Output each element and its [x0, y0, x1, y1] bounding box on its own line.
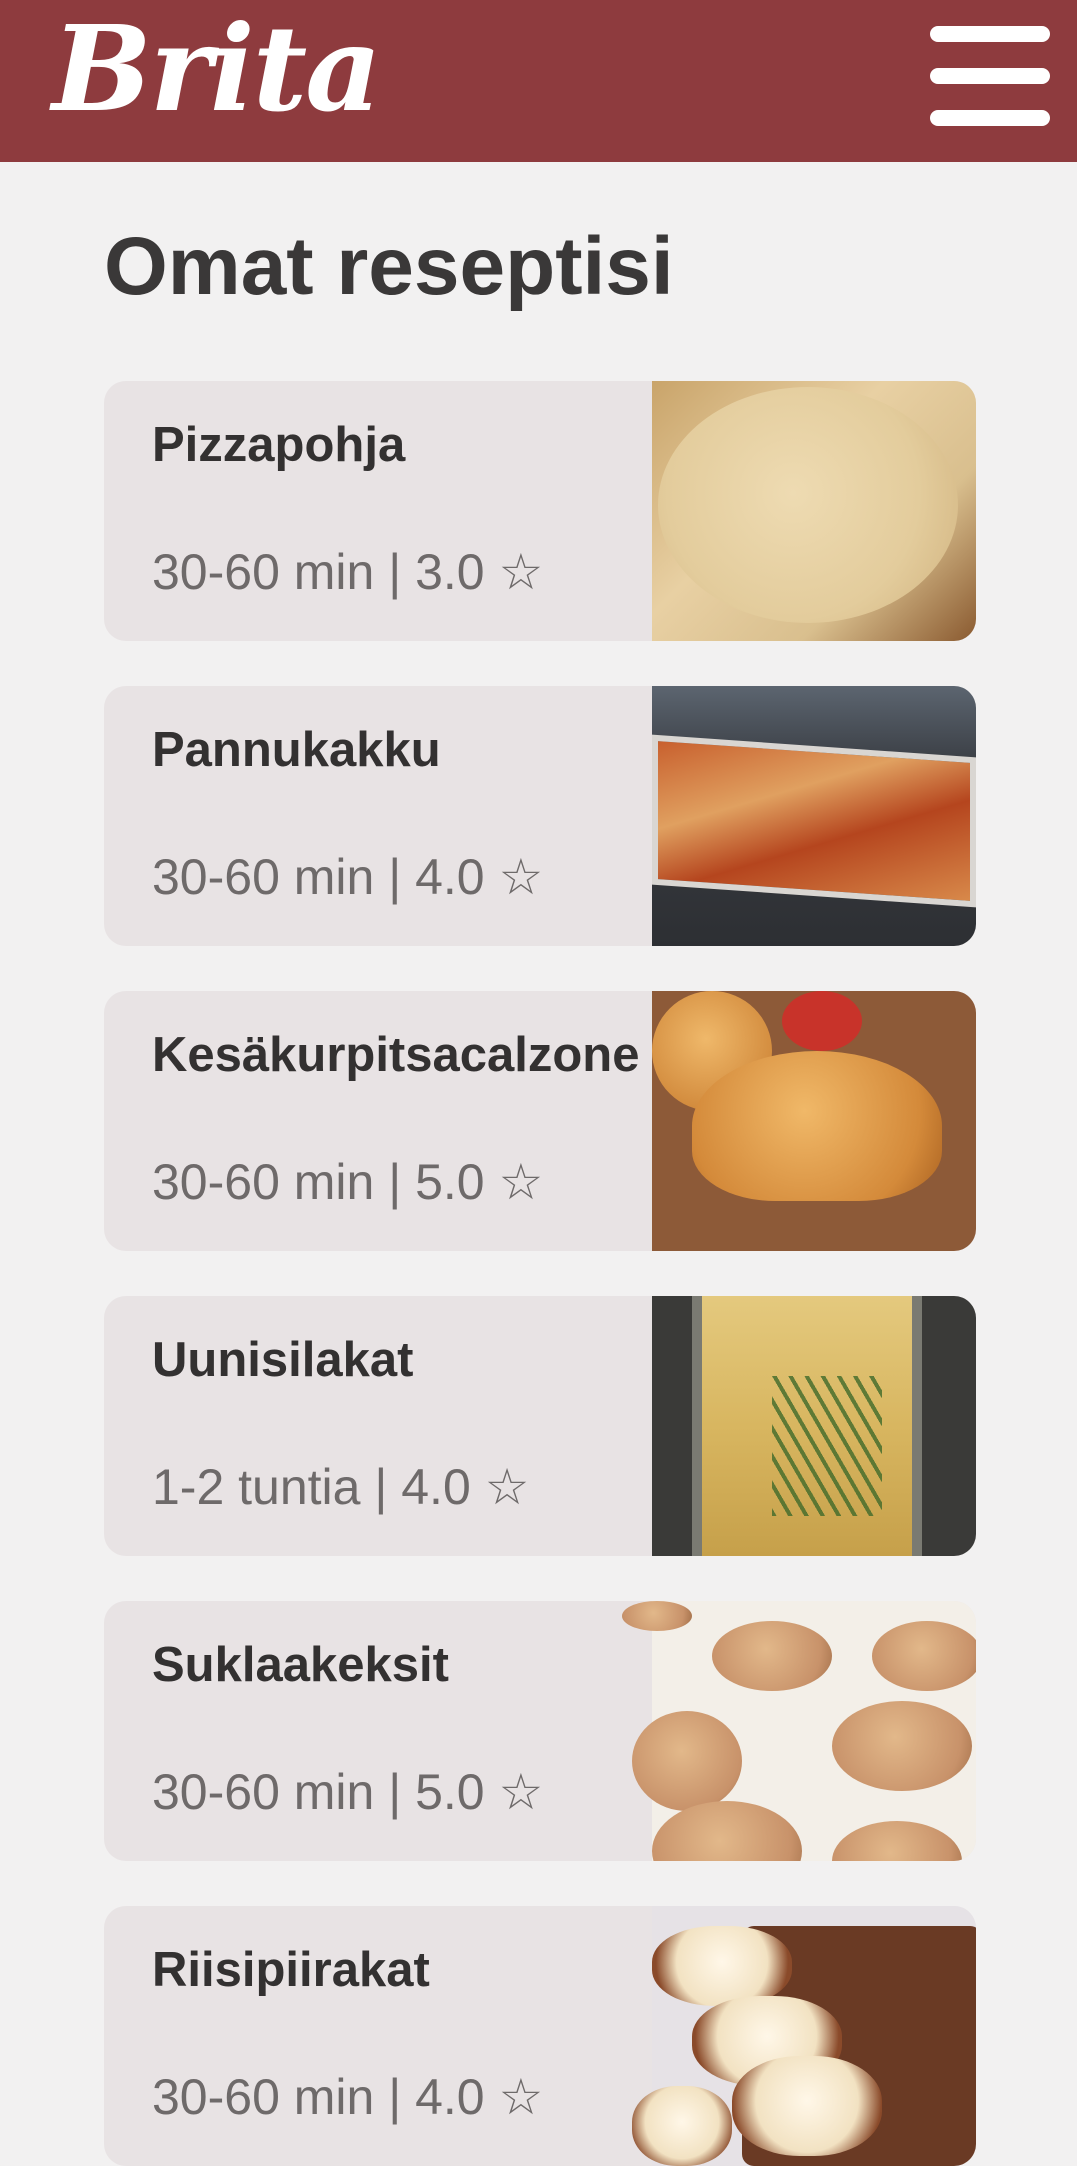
recipe-meta: 30-60 min | 5.0 ☆: [152, 1764, 544, 1820]
rice-pie-shape: [732, 2056, 882, 2156]
baked-herring-photo: [652, 1296, 976, 1556]
recipe-info: Uunisilakat 1-2 tuntia | 4.0 ☆: [104, 1296, 652, 1556]
recipe-card-uunisilakat[interactable]: Uunisilakat 1-2 tuntia | 4.0 ☆: [104, 1296, 976, 1556]
pancake-pan-shape: [652, 734, 976, 908]
cookie-shape: [632, 1711, 742, 1811]
recipe-name: Pizzapohja: [152, 418, 406, 472]
recipe-info: Pannukakku 30-60 min | 4.0 ☆: [104, 686, 652, 946]
oven-pancake-photo: [652, 686, 976, 946]
rice-pie-shape: [632, 2086, 732, 2166]
cookie-shape: [832, 1821, 962, 1861]
recipe-meta: 30-60 min | 3.0 ☆: [152, 544, 544, 600]
calzone-photo: [652, 991, 976, 1251]
recipe-card-kesakurpitsacalzone[interactable]: Kesäkurpitsacalzone 30-60 min | 5.0 ☆: [104, 991, 976, 1251]
recipe-name: Uunisilakat: [152, 1333, 414, 1387]
dough-shape: [658, 387, 958, 623]
recipe-info: Riisipiirakat 30-60 min | 4.0 ☆: [104, 1906, 652, 2166]
recipe-name: Pannukakku: [152, 723, 441, 777]
cookie-shape: [712, 1621, 832, 1691]
cookie-shape: [872, 1621, 976, 1691]
recipe-card-pizzapohja[interactable]: Pizzapohja 30-60 min | 3.0 ☆: [104, 381, 976, 641]
recipe-card-suklaakeksit[interactable]: Suklaakeksit 30-60 min | 5.0 ☆: [104, 1601, 976, 1861]
rice-pie-shape: [652, 1926, 792, 2006]
recipe-name: Riisipiirakat: [152, 1943, 430, 1997]
recipe-meta: 30-60 min | 4.0 ☆: [152, 849, 544, 905]
brita-logo[interactable]: Brita: [52, 10, 382, 128]
cookie-shape: [652, 1801, 802, 1861]
chocolate-cookies-photo: [622, 1601, 976, 1861]
recipe-name: Suklaakeksit: [152, 1638, 449, 1692]
recipe-meta: 30-60 min | 5.0 ☆: [152, 1154, 544, 1210]
recipe-card-riisipiirakat[interactable]: Riisipiirakat 30-60 min | 4.0 ☆: [104, 1906, 976, 2166]
recipe-meta: 30-60 min | 4.0 ☆: [152, 2069, 544, 2125]
cookie-shape: [622, 1601, 692, 1631]
herb-shape: [772, 1376, 882, 1516]
menu-bar: [930, 26, 1050, 42]
recipe-name: Kesäkurpitsacalzone: [152, 1028, 640, 1082]
pizza-dough-photo: [652, 381, 976, 641]
recipe-meta: 1-2 tuntia | 4.0 ☆: [152, 1459, 530, 1515]
cookie-shape: [832, 1701, 972, 1791]
recipe-card-pannukakku[interactable]: Pannukakku 30-60 min | 4.0 ☆: [104, 686, 976, 946]
rice-pies-photo: [632, 1906, 976, 2166]
sauce-bowl-shape: [782, 991, 862, 1051]
recipe-info: Suklaakeksit 30-60 min | 5.0 ☆: [104, 1601, 652, 1861]
calzone-shape: [692, 1051, 942, 1201]
hamburger-menu-icon[interactable]: [926, 26, 1054, 126]
page-title: Omat reseptisi: [104, 221, 674, 312]
recipe-info: Pizzapohja 30-60 min | 3.0 ☆: [104, 381, 652, 641]
app-header: Brita: [0, 0, 1077, 162]
recipe-info: Kesäkurpitsacalzone 30-60 min | 5.0 ☆: [104, 991, 652, 1251]
menu-bar: [930, 110, 1050, 126]
menu-bar: [930, 68, 1050, 84]
